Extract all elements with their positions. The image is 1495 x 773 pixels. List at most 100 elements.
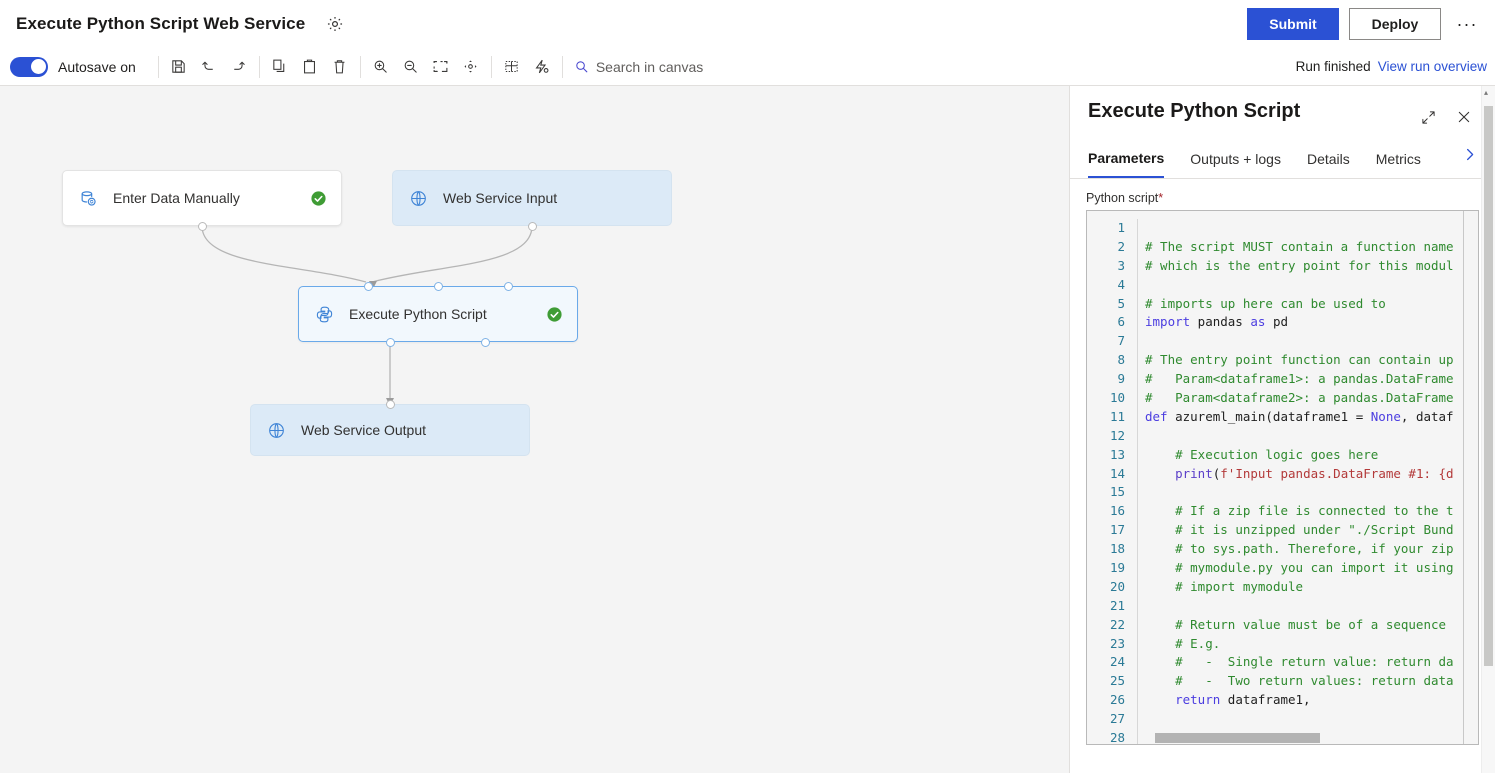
paste-icon[interactable] bbox=[295, 52, 325, 82]
run-settings-icon[interactable] bbox=[527, 52, 557, 82]
line-number: 4 bbox=[1117, 276, 1125, 292]
node-execute-python-script[interactable]: Execute Python Script bbox=[298, 286, 578, 342]
code-line: print(f'Input pandas.DataFrame #1: {d bbox=[1175, 465, 1454, 481]
editor-hscrollbar[interactable] bbox=[1087, 732, 1478, 744]
toolbar-group-file bbox=[164, 52, 254, 82]
undo-icon[interactable] bbox=[194, 52, 224, 82]
node-web-service-input[interactable]: Web Service Input bbox=[392, 170, 672, 226]
port-enter-data-output[interactable] bbox=[198, 222, 207, 231]
toolbar-divider bbox=[359, 55, 361, 78]
editor-vertical-rule bbox=[1463, 211, 1464, 744]
port-eps-input-1[interactable] bbox=[364, 282, 373, 291]
line-number: 21 bbox=[1109, 597, 1125, 613]
autosave-toggle[interactable] bbox=[10, 56, 48, 77]
header-actions: Submit Deploy ··· bbox=[1247, 8, 1495, 40]
port-web-service-input-output[interactable] bbox=[528, 222, 537, 231]
line-number: 19 bbox=[1109, 560, 1125, 576]
run-status-text: Run finished bbox=[1295, 59, 1371, 74]
node-web-service-output[interactable]: Web Service Output bbox=[250, 404, 530, 456]
module-details-panel: Execute Python Script Parameters Outputs… bbox=[1069, 86, 1495, 773]
port-web-service-output-input[interactable] bbox=[386, 400, 395, 409]
code-line: return dataframe1, bbox=[1175, 692, 1311, 708]
canvas-toolbar: Autosave on Search in canvas Run finishe… bbox=[0, 48, 1495, 86]
code-line: # import mymodule bbox=[1175, 578, 1304, 594]
tab-metrics[interactable]: Metrics bbox=[1376, 145, 1421, 177]
code-line: # it is unzipped under "./Script Bund bbox=[1175, 522, 1454, 538]
line-number: 15 bbox=[1109, 484, 1125, 500]
panel-header: Execute Python Script bbox=[1070, 86, 1495, 130]
line-number: 7 bbox=[1117, 333, 1125, 349]
line-number: 20 bbox=[1109, 578, 1125, 594]
line-number: 6 bbox=[1117, 314, 1125, 330]
delete-icon[interactable] bbox=[325, 52, 355, 82]
port-eps-output-2[interactable] bbox=[481, 338, 490, 347]
globe-icon bbox=[407, 187, 429, 209]
code-line: # The entry point function can contain u… bbox=[1145, 352, 1454, 368]
line-number: 25 bbox=[1109, 673, 1125, 689]
expand-icon[interactable] bbox=[1415, 104, 1441, 130]
line-number: 27 bbox=[1109, 711, 1125, 727]
chevron-right-icon[interactable] bbox=[1462, 147, 1477, 175]
port-eps-input-3[interactable] bbox=[504, 282, 513, 291]
panel-scrollbar[interactable]: ▴ bbox=[1481, 86, 1495, 773]
tab-details[interactable]: Details bbox=[1307, 145, 1350, 177]
toolbar-divider bbox=[490, 55, 492, 78]
port-eps-input-2[interactable] bbox=[434, 282, 443, 291]
search-in-canvas[interactable] bbox=[574, 58, 786, 75]
panel-title: Execute Python Script bbox=[1088, 100, 1301, 122]
line-number: 14 bbox=[1109, 465, 1125, 481]
pipeline-canvas[interactable]: Enter Data Manually Web Service Input Ex… bbox=[0, 86, 1069, 773]
line-number: 26 bbox=[1109, 692, 1125, 708]
redo-icon[interactable] bbox=[224, 52, 254, 82]
line-number: 12 bbox=[1109, 427, 1125, 443]
panel-body: Python script* 1 2 3 4 5 6 7 8 9 10 11 12 13 14 15 16 17… bbox=[1070, 179, 1495, 745]
indent-guide bbox=[1137, 219, 1138, 744]
line-number: 22 bbox=[1109, 616, 1125, 632]
zoom-out-icon[interactable] bbox=[396, 52, 426, 82]
deploy-button[interactable]: Deploy bbox=[1349, 8, 1441, 40]
line-number: 3 bbox=[1117, 257, 1125, 273]
code-line: import pandas as pd bbox=[1145, 314, 1289, 330]
line-number: 1 bbox=[1117, 220, 1125, 235]
toolbar-group-layout bbox=[497, 52, 557, 82]
zoom-to-fit-icon[interactable] bbox=[426, 52, 456, 82]
submit-button[interactable]: Submit bbox=[1247, 8, 1339, 40]
node-enter-data-manually[interactable]: Enter Data Manually bbox=[62, 170, 342, 226]
editor-hscrollbar-thumb[interactable] bbox=[1155, 733, 1320, 743]
view-run-overview-link[interactable]: View run overview bbox=[1378, 59, 1487, 74]
gear-icon[interactable] bbox=[321, 10, 349, 38]
line-number: 24 bbox=[1109, 654, 1125, 670]
panel-scrollbar-thumb[interactable] bbox=[1484, 106, 1493, 666]
scroll-up-arrow-icon[interactable]: ▴ bbox=[1484, 89, 1492, 97]
auto-layout-icon[interactable] bbox=[497, 52, 527, 82]
more-options-button[interactable]: ··· bbox=[1451, 8, 1483, 40]
page-title: Execute Python Script Web Service bbox=[16, 14, 306, 33]
save-icon[interactable] bbox=[164, 52, 194, 82]
close-icon[interactable] bbox=[1451, 104, 1477, 130]
node-label: Enter Data Manually bbox=[113, 190, 240, 206]
reset-view-icon[interactable] bbox=[456, 52, 486, 82]
code-line: # Param<dataframe1>: a pandas.DataFrame bbox=[1145, 371, 1454, 387]
node-label: Web Service Output bbox=[301, 422, 427, 438]
app-header: Execute Python Script Web Service Submit… bbox=[0, 0, 1495, 48]
editor-code-area[interactable]: # The script MUST contain a function nam… bbox=[1133, 211, 1478, 744]
toolbar-divider bbox=[561, 55, 563, 78]
editor-line-numbers: 1 2 3 4 5 6 7 8 9 10 11 12 13 14 15 16 17 18 19 20 21 22 23 24 2… bbox=[1087, 211, 1133, 744]
toggle-knob bbox=[30, 59, 46, 74]
code-line: def azureml_main(dataframe1 = None, data… bbox=[1145, 408, 1454, 424]
panel-header-actions bbox=[1415, 100, 1477, 130]
tab-outputs-logs[interactable]: Outputs + logs bbox=[1190, 145, 1281, 177]
node-label: Execute Python Script bbox=[349, 306, 487, 322]
python-script-editor[interactable]: 1 2 3 4 5 6 7 8 9 10 11 12 13 14 15 16 17 18 19 20 21 22 23 24 2… bbox=[1086, 210, 1479, 745]
zoom-in-icon[interactable] bbox=[366, 52, 396, 82]
search-input[interactable] bbox=[595, 58, 786, 75]
port-eps-output-1[interactable] bbox=[386, 338, 395, 347]
tab-parameters[interactable]: Parameters bbox=[1088, 144, 1165, 178]
code-line: # If a zip file is connected to the t bbox=[1175, 503, 1454, 519]
copy-icon[interactable] bbox=[265, 52, 295, 82]
line-number: 2 bbox=[1117, 238, 1125, 254]
